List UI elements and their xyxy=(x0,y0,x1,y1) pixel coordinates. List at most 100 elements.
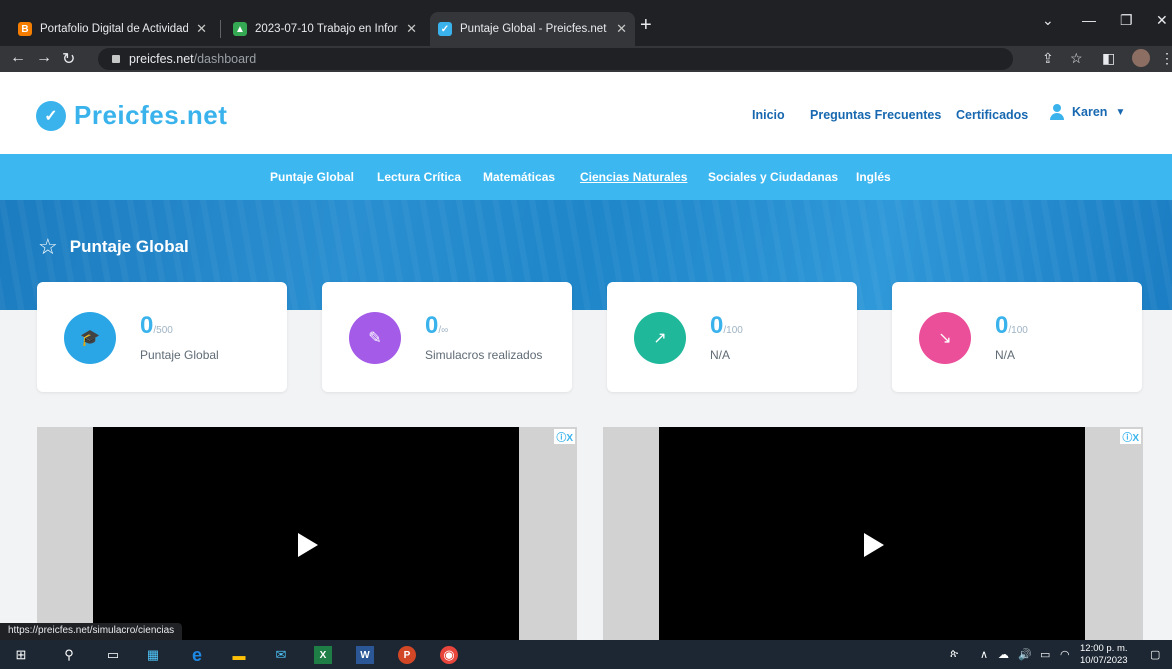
subject-nav: Puntaje Global Lectura Crítica Matemátic… xyxy=(0,154,1172,200)
system-clock[interactable]: 12:00 p. m. 10/07/2023 xyxy=(1080,643,1128,667)
battery-icon[interactable]: ▭ xyxy=(1040,648,1050,661)
status-bar-url: https://preicfes.net/simulacro/ciencias xyxy=(0,623,183,640)
logo-check-icon: ✓ xyxy=(36,100,66,131)
profile-avatar[interactable] xyxy=(1132,49,1150,67)
windows-taskbar: ⊞ ⚲ ▭ ▦ e ▬ ✉ X W P ◉ ጵ ∧ ☁ 🔊 ▭ ◠ 12:00 … xyxy=(0,640,1172,669)
tab-portafolio[interactable]: B Portafolio Digital de Actividades ✕ xyxy=(10,12,215,46)
mail-icon[interactable]: ✉ xyxy=(272,646,290,664)
tab-puntaje-global[interactable]: ✓ Puntaje Global - Preicfes.net ✕ xyxy=(430,12,635,46)
blogger-icon: B xyxy=(18,22,32,36)
stat-label: Simulacros realizados xyxy=(425,348,543,362)
close-icon[interactable]: ✕ xyxy=(196,21,207,37)
stat-card-simulacros: ✎ 0/∞ Simulacros realizados xyxy=(322,282,572,392)
wifi-icon[interactable]: ◠ xyxy=(1060,648,1070,661)
nav-preguntas-frecuentes[interactable]: Preguntas Frecuentes xyxy=(810,108,941,122)
graduation-cap-icon: 🎓 xyxy=(64,312,116,364)
nav-certificados[interactable]: Certificados xyxy=(956,108,1028,122)
tab-title: 2023-07-10 Trabajo en Informáti xyxy=(255,23,398,35)
nav-inicio[interactable]: Inicio xyxy=(752,108,785,122)
subnav-ciencias-naturales[interactable]: Ciencias Naturales xyxy=(580,170,687,184)
stat-number: 0 xyxy=(710,312,724,339)
chevron-down-icon: ▼ xyxy=(1115,106,1126,118)
url-path: /dashboard xyxy=(193,52,257,66)
tab-trabajo[interactable]: ▲ 2023-07-10 Trabajo en Informáti ✕ xyxy=(225,12,425,46)
clock-time: 12:00 p. m. xyxy=(1080,643,1128,654)
browser-toolbar: ← → ↻ preicfes.net/dashboard ⇪ ☆ ◧ ⋮ xyxy=(0,46,1172,72)
site-header: ✓ Preicfes.net Inicio Preguntas Frecuent… xyxy=(0,72,1172,154)
windows-start-icon[interactable]: ⊞ xyxy=(12,646,30,664)
url-host: preicfes.net xyxy=(129,52,194,66)
trend-up-icon: ↗ xyxy=(634,312,686,364)
notification-icon[interactable]: ▢ xyxy=(1150,648,1160,661)
store-icon[interactable]: ▦ xyxy=(144,646,162,664)
stat-number: 0 xyxy=(995,312,1009,339)
close-window-button[interactable]: ✕ xyxy=(1156,12,1168,29)
page-title: ☆ Puntaje Global xyxy=(38,234,189,260)
forward-icon[interactable]: → xyxy=(36,49,52,67)
subnav-matematicas[interactable]: Matemáticas xyxy=(483,170,555,184)
stat-max: /100 xyxy=(1008,325,1028,336)
subnav-lectura-critica[interactable]: Lectura Crítica xyxy=(377,170,461,184)
user-menu[interactable]: Karen ▼ xyxy=(1050,104,1125,120)
restore-button[interactable]: ❐ xyxy=(1120,12,1133,29)
minimize-button[interactable]: — xyxy=(1082,12,1096,28)
web-page: ✓ Preicfes.net Inicio Preguntas Frecuent… xyxy=(0,72,1172,640)
close-icon[interactable]: ✕ xyxy=(616,21,627,37)
user-name: Karen xyxy=(1072,105,1108,119)
ad-video-right[interactable]: ⓘX xyxy=(603,427,1143,640)
tab-title: Portafolio Digital de Actividades xyxy=(40,23,189,35)
subnav-ingles[interactable]: Inglés xyxy=(856,170,891,184)
stat-number: 0 xyxy=(140,312,154,339)
browser-tabstrip: B Portafolio Digital de Actividades ✕ ▲ … xyxy=(0,0,1172,46)
trend-down-icon: ↘ xyxy=(919,312,971,364)
chrome-icon[interactable]: ◉ xyxy=(440,646,458,664)
stat-value: 0/∞ xyxy=(425,312,448,340)
address-bar[interactable]: preicfes.net/dashboard xyxy=(98,48,1013,70)
adchoices-icon[interactable]: ⓘX xyxy=(554,429,575,444)
word-icon[interactable]: W xyxy=(356,646,374,664)
close-icon[interactable]: ✕ xyxy=(406,21,417,37)
drive-icon: ▲ xyxy=(233,22,247,36)
back-icon[interactable]: ← xyxy=(10,49,26,67)
search-icon[interactable]: ⚲ xyxy=(60,646,78,664)
logo-text: Preicfes.net xyxy=(74,100,228,130)
tab-title: Puntaje Global - Preicfes.net xyxy=(460,23,607,35)
bookmark-star-icon[interactable]: ☆ xyxy=(1070,50,1083,67)
people-icon[interactable]: ጵ xyxy=(950,648,958,661)
stat-max: /100 xyxy=(723,325,743,336)
ad-video-left[interactable]: ⓘX xyxy=(37,427,577,640)
subnav-sociales-ciudadanas[interactable]: Sociales y Ciudadanas xyxy=(708,170,838,184)
powerpoint-icon[interactable]: P xyxy=(398,646,416,664)
preicfes-icon: ✓ xyxy=(438,22,452,36)
tab-search-icon[interactable]: ⌄ xyxy=(1042,12,1054,29)
file-explorer-icon[interactable]: ▬ xyxy=(230,646,248,664)
video-player[interactable] xyxy=(93,427,519,640)
stat-number: 0 xyxy=(425,312,439,339)
share-icon[interactable]: ⇪ xyxy=(1042,50,1054,67)
excel-icon[interactable]: X xyxy=(314,646,332,664)
reload-icon[interactable]: ↻ xyxy=(62,49,75,69)
new-tab-button[interactable]: + xyxy=(640,14,652,37)
stat-label: N/A xyxy=(995,348,1016,362)
subnav-puntaje-global[interactable]: Puntaje Global xyxy=(270,170,354,184)
stat-card-trend-up: ↗ 0/100 N/A xyxy=(607,282,857,392)
video-player[interactable] xyxy=(659,427,1085,640)
star-icon: ☆ xyxy=(38,234,58,259)
stat-label: Puntaje Global xyxy=(140,348,219,362)
side-panel-icon[interactable]: ◧ xyxy=(1102,50,1115,67)
stat-card-trend-down: ↘ 0/100 N/A xyxy=(892,282,1142,392)
menu-icon[interactable]: ⋮ xyxy=(1160,50,1172,67)
edge-icon[interactable]: e xyxy=(188,645,206,665)
site-logo[interactable]: ✓ Preicfes.net xyxy=(36,100,227,131)
task-view-icon[interactable]: ▭ xyxy=(104,646,122,664)
chevron-up-icon[interactable]: ∧ xyxy=(980,648,988,661)
stat-value: 0/500 xyxy=(140,312,173,340)
play-icon[interactable] xyxy=(298,533,318,557)
edit-icon: ✎ xyxy=(349,312,401,364)
onedrive-icon[interactable]: ☁ xyxy=(998,648,1009,661)
play-icon[interactable] xyxy=(864,533,884,557)
lock-icon xyxy=(112,55,120,63)
volume-icon[interactable]: 🔊 xyxy=(1018,648,1032,661)
adchoices-icon[interactable]: ⓘX xyxy=(1120,429,1141,444)
page-title-text: Puntaje Global xyxy=(69,237,189,256)
